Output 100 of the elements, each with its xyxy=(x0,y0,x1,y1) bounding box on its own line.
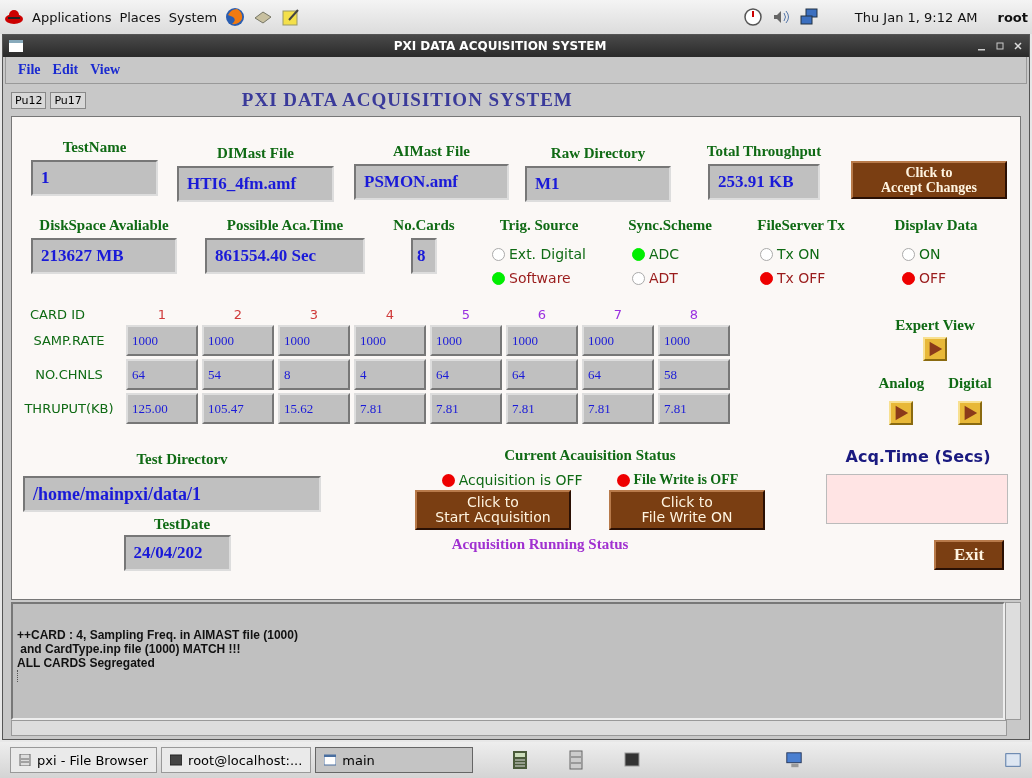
status-label: Acquisition Running Status xyxy=(451,536,629,553)
field-label: Raw Directory xyxy=(550,145,646,162)
log-line: ALL CARDS Segregated xyxy=(17,656,156,670)
maximize-icon[interactable] xyxy=(995,41,1005,51)
card-id: 8 xyxy=(688,307,700,322)
input-field[interactable] xyxy=(826,474,1008,524)
digital-view-button[interactable] xyxy=(957,401,982,425)
radio-option[interactable]: Tx OFF xyxy=(738,270,864,286)
group-label: Sync.Scheme xyxy=(627,217,713,234)
table-cell[interactable]: 7.81 xyxy=(430,393,502,424)
vertical-scrollbar[interactable] xyxy=(1005,602,1021,720)
close-icon[interactable] xyxy=(1013,41,1023,51)
field-label: DIMast File xyxy=(216,145,295,162)
menu-item[interactable]: Edit xyxy=(52,62,79,78)
text-field[interactable]: 253.91 KB xyxy=(708,164,820,200)
card-id: 1 xyxy=(156,307,168,322)
table-cell[interactable]: 1000 xyxy=(354,325,426,356)
field-label: Possible Aca.Time xyxy=(226,217,344,234)
accept-changes-button[interactable]: Click to Accept Changes xyxy=(851,161,1007,199)
text-field[interactable]: 213627 MB xyxy=(31,238,177,274)
table-cell[interactable]: 64 xyxy=(126,359,198,390)
horizontal-scrollbar[interactable] xyxy=(11,720,1007,736)
clock-text[interactable]: Thu Jan 1, 9:12 AM xyxy=(854,9,978,25)
field-label: TestName xyxy=(62,139,127,156)
table-cell[interactable]: 64 xyxy=(582,359,654,390)
window-icon xyxy=(9,40,23,52)
table-cell[interactable]: 58 xyxy=(658,359,730,390)
text-field[interactable]: 861554.40 Sec xyxy=(205,238,365,274)
card-id: 6 xyxy=(536,307,548,322)
text-field[interactable]: 8 xyxy=(411,238,437,274)
table-cell[interactable]: 7.81 xyxy=(506,393,578,424)
table-cell[interactable]: 7.81 xyxy=(354,393,426,424)
text-field[interactable]: /home/mainpxi/data/1 xyxy=(23,476,321,512)
table-cell[interactable]: 125.00 xyxy=(126,393,198,424)
field-label: Total Throughput xyxy=(706,143,822,160)
taskbar-item[interactable]: root@localhost:... xyxy=(161,747,312,773)
taskbar-item[interactable]: main xyxy=(315,747,474,773)
field-label: AIMast File xyxy=(392,143,471,160)
table-cell[interactable]: 1000 xyxy=(202,325,274,356)
radio-option[interactable]: ADC xyxy=(610,246,730,262)
calculator-icon[interactable] xyxy=(511,750,530,770)
text-field[interactable]: PSMON.amf xyxy=(354,164,509,200)
row-label: SAMP.RATE xyxy=(32,333,106,348)
table-cell[interactable]: 54 xyxy=(202,359,274,390)
browser-icon[interactable] xyxy=(225,7,246,27)
table-cell[interactable]: 1000 xyxy=(582,325,654,356)
table-cell[interactable]: 4 xyxy=(354,359,426,390)
text-field[interactable]: M1 xyxy=(525,166,671,202)
table-cell[interactable]: 1000 xyxy=(658,325,730,356)
action-button[interactable]: Click to File Write ON xyxy=(609,490,765,530)
view-label: Expert View xyxy=(895,317,975,334)
action-button[interactable]: Click to Start Acquisition xyxy=(415,490,571,530)
notepad-icon[interactable] xyxy=(281,7,302,27)
radio-option[interactable]: Tx ON xyxy=(738,246,864,262)
expert-view-button[interactable] xyxy=(923,337,947,361)
table-cell[interactable]: 1000 xyxy=(126,325,198,356)
row-label: THRUPUT(KB) xyxy=(23,401,115,416)
radio-option[interactable]: ADT xyxy=(610,270,730,286)
text-field[interactable]: HTI6_4fm.amf xyxy=(177,166,334,202)
card-id: 2 xyxy=(232,307,244,322)
panel-menu[interactable]: System xyxy=(168,9,218,25)
table-cell[interactable]: 7.81 xyxy=(582,393,654,424)
terminal-icon[interactable] xyxy=(623,750,642,770)
panel-menu[interactable]: Places xyxy=(119,9,161,25)
hat-icon[interactable] xyxy=(4,7,24,27)
text-field[interactable]: 24/04/202 xyxy=(123,535,231,571)
user-name[interactable]: root xyxy=(997,9,1028,25)
network-icon[interactable] xyxy=(798,7,819,27)
log-output[interactable]: ++CARD : 4, Sampling Freq. in AIMAST file (1000) and CardType.inp file (1000) MATCH !!! ALL CARDS Segregated xyxy=(11,602,1005,720)
exit-button[interactable]: Exit xyxy=(934,540,1004,570)
panel-menu[interactable]: Applications xyxy=(32,9,112,25)
gauge-icon[interactable] xyxy=(742,7,763,27)
window-icon xyxy=(324,754,337,766)
table-cell[interactable]: 1000 xyxy=(506,325,578,356)
table-cell[interactable]: 105.47 xyxy=(202,393,274,424)
menu-item[interactable]: View xyxy=(90,62,121,78)
radio-option[interactable]: ON xyxy=(876,246,996,262)
table-cell[interactable]: 8 xyxy=(278,359,350,390)
column-header: CARD ID xyxy=(29,307,86,322)
table-cell[interactable]: 7.81 xyxy=(658,393,730,424)
workspace-icon[interactable] xyxy=(1004,750,1022,770)
menu-item[interactable]: File xyxy=(18,62,41,78)
text-field[interactable]: 1 xyxy=(31,160,158,196)
analog-view-button[interactable] xyxy=(889,401,914,425)
table-cell[interactable]: 15.62 xyxy=(278,393,350,424)
table-cell[interactable]: 1000 xyxy=(278,325,350,356)
radio-option[interactable]: Software xyxy=(480,270,598,286)
taskbar-item[interactable]: pxi - File Browser xyxy=(10,747,158,773)
field-label: No.Cards xyxy=(393,217,455,234)
card-id: 4 xyxy=(384,307,396,322)
radio-option[interactable]: OFF xyxy=(876,270,996,286)
card-id: 3 xyxy=(308,307,320,322)
monitor-icon[interactable] xyxy=(785,750,804,770)
table-cell[interactable]: 64 xyxy=(506,359,578,390)
view-label: Digital xyxy=(948,375,992,392)
toolbar-button[interactable]: Pu17 xyxy=(50,91,86,109)
radio-option[interactable]: Ext. Digital xyxy=(480,246,598,262)
table-cell[interactable]: 64 xyxy=(430,359,502,390)
table-cell[interactable]: 1000 xyxy=(430,325,502,356)
toolbar-button[interactable]: Pu12 xyxy=(11,91,47,109)
